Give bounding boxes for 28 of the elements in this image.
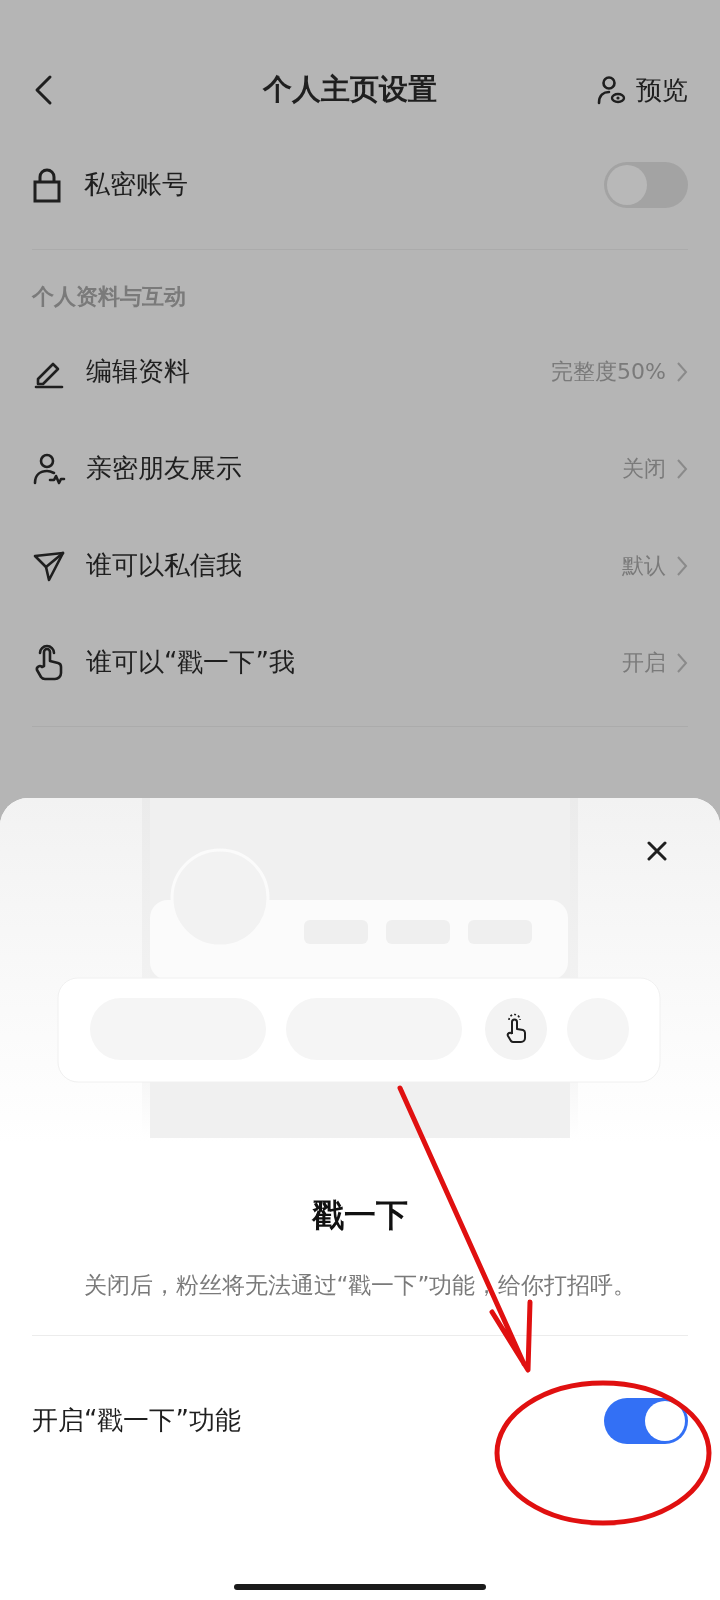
settings-row[interactable]: 谁可以“戳一下”我 开启 <box>32 614 688 711</box>
toggle-switch[interactable] <box>604 1397 688 1444</box>
chevron-icon <box>676 360 688 383</box>
person-eye-icon <box>596 75 626 105</box>
close-icon <box>647 841 667 861</box>
chevron-icon <box>676 554 688 577</box>
setting-label: 谁可以“戳一下”我 <box>86 646 295 679</box>
lock-icon <box>32 166 62 203</box>
setting-value: 默认 <box>622 552 666 580</box>
sheet-title: 戳一下 <box>312 1195 408 1236</box>
sheet-description: 关闭后，粉丝将无法通过“戳一下”功能，给你打招呼。 <box>83 1271 637 1300</box>
settings-row[interactable]: 亲密朋友展示 关闭 <box>32 420 688 517</box>
settings-row[interactable]: 谁可以私信我 默认 <box>32 517 688 614</box>
setting-label: 谁可以私信我 <box>86 549 242 582</box>
person-icon <box>32 451 66 486</box>
section-heading: 个人资料与互动 <box>32 284 186 309</box>
setting-value: 完整度50% <box>551 358 666 386</box>
setting-value: 开启 <box>622 649 666 677</box>
chevron-icon <box>676 651 688 674</box>
setting-label: 编辑资料 <box>86 355 190 388</box>
setting-label: 私密账号 <box>84 168 188 201</box>
chevron-icon <box>676 457 688 480</box>
setting-value: 关闭 <box>622 455 666 483</box>
settings-row[interactable]: 编辑资料 完整度50% <box>32 323 688 420</box>
toggle-label: 开启“戳一下”功能 <box>32 1404 241 1437</box>
page-title: 个人主页设置 <box>263 71 437 109</box>
setting-label: 亲密朋友展示 <box>86 452 242 485</box>
preview-button[interactable]: 预览 <box>596 70 688 110</box>
